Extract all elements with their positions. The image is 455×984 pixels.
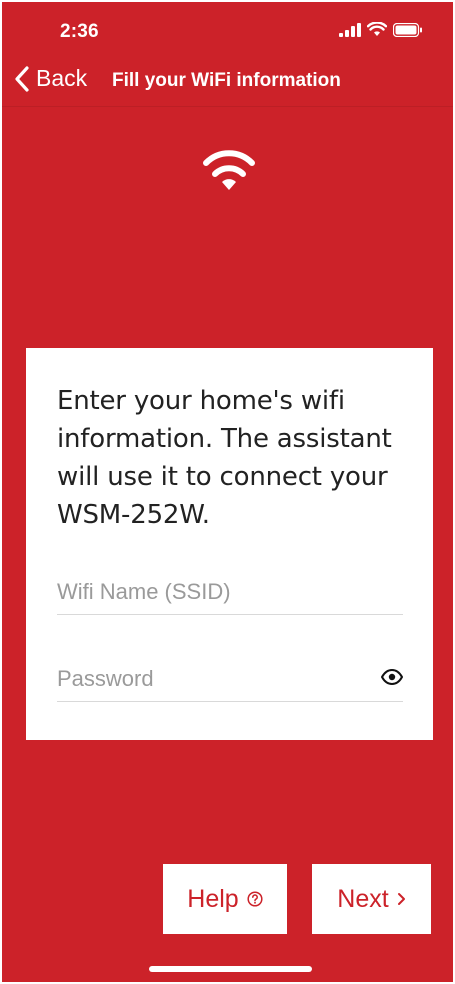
chevron-left-icon [15,65,29,92]
chevron-right-icon [397,893,405,905]
status-icons [339,22,423,37]
eye-icon[interactable] [381,669,403,685]
wifi-form-card: Enter your home's wifi information. The … [26,348,433,740]
wifi-status-icon [367,22,387,36]
cellular-signal-icon [339,22,361,37]
help-label: Help [187,884,239,913]
wifi-icon [203,150,255,190]
next-label: Next [337,884,389,913]
battery-icon [393,22,422,37]
help-button[interactable]: Help [163,864,287,934]
status-time: 2:36 [60,21,99,42]
password-input[interactable] [57,661,357,697]
home-indicator [149,966,312,972]
next-button[interactable]: Next [312,864,431,934]
app-screen: 2:36 Back Fill your WiFi information Ent… [2,2,453,982]
ssid-input[interactable] [57,574,357,610]
back-button[interactable]: Back [14,65,87,92]
question-circle-icon [247,891,263,907]
ssid-field [57,574,403,615]
instructions-text: Enter your home's wifi information. The … [57,386,392,530]
password-field [57,661,403,702]
back-label: Back [36,65,88,91]
navigation-bar: Back Fill your WiFi information [2,56,453,107]
page-title: Fill your WiFi information [112,70,341,91]
